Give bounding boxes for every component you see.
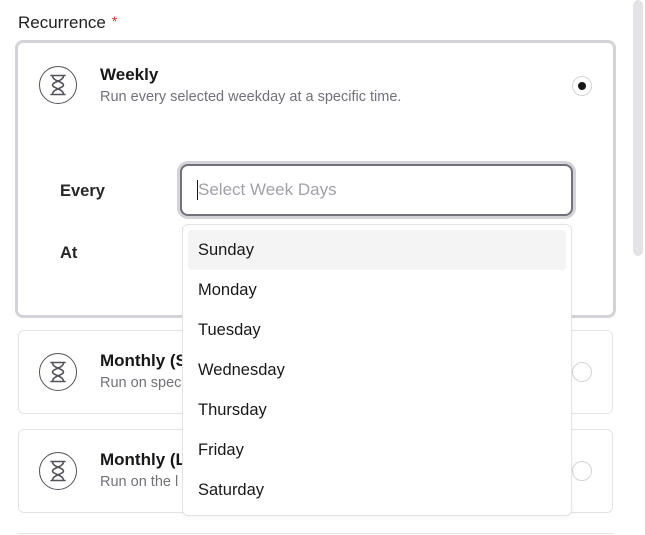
weekday-option-sunday[interactable]: Sunday bbox=[188, 230, 566, 270]
weekday-dropdown: Sunday Monday Tuesday Wednesday Thursday… bbox=[182, 224, 572, 516]
hourglass-icon bbox=[39, 353, 77, 391]
weekdays-placeholder: Select Week Days bbox=[198, 180, 337, 199]
option-description: Run every selected weekday at a specific… bbox=[100, 89, 402, 105]
option-title: Monthly (S bbox=[100, 351, 187, 370]
radio-monthly-l[interactable] bbox=[572, 461, 592, 481]
scrollbar[interactable] bbox=[633, 0, 643, 256]
hourglass-icon bbox=[39, 66, 77, 104]
option-description: Run on spec bbox=[100, 375, 182, 391]
weekday-option-saturday[interactable]: Saturday bbox=[188, 470, 566, 510]
required-mark: * bbox=[111, 13, 118, 29]
option-description: Run on the l bbox=[100, 474, 179, 490]
weekday-option-thursday[interactable]: Thursday bbox=[188, 390, 566, 430]
recurrence-label-text: Recurrence bbox=[18, 13, 106, 32]
weekday-option-tuesday[interactable]: Tuesday bbox=[188, 310, 566, 350]
weekday-option-monday[interactable]: Monday bbox=[188, 270, 566, 310]
option-title: Monthly (L bbox=[100, 450, 186, 469]
option-title: Weekly bbox=[100, 65, 159, 84]
divider bbox=[18, 533, 613, 534]
at-label: At bbox=[60, 244, 78, 262]
radio-weekly[interactable] bbox=[572, 76, 592, 96]
radio-monthly-s[interactable] bbox=[572, 362, 592, 382]
weekday-option-friday[interactable]: Friday bbox=[188, 430, 566, 470]
weekday-option-wednesday[interactable]: Wednesday bbox=[188, 350, 566, 390]
every-label: Every bbox=[60, 182, 105, 200]
hourglass-icon bbox=[39, 452, 77, 490]
weekdays-select-input[interactable]: Select Week Days bbox=[180, 164, 573, 216]
recurrence-label: Recurrence * bbox=[18, 13, 117, 33]
